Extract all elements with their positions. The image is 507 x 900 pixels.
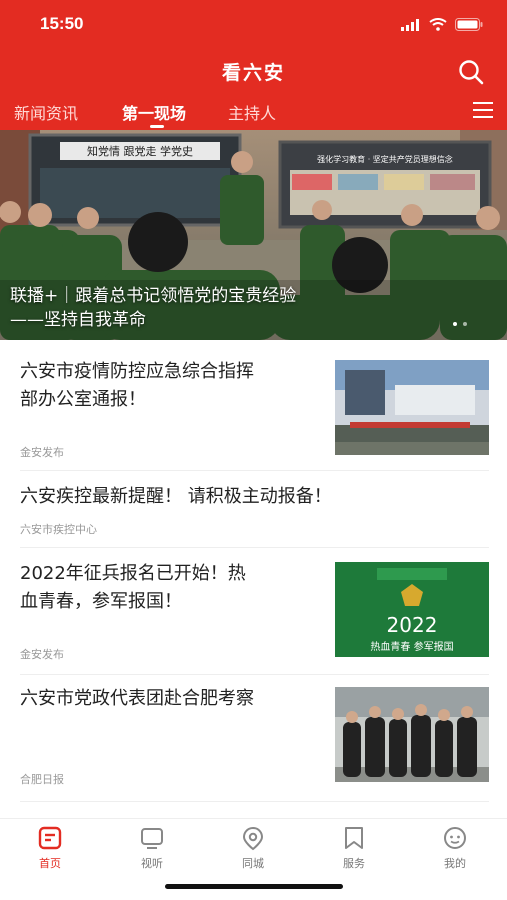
status-time: 15:50 xyxy=(40,14,84,33)
news-thumbnail: 2022 热血青春 参军报国 xyxy=(335,562,489,657)
news-title-line: 2022年征兵报名已开始！热 xyxy=(20,563,246,584)
tv-icon xyxy=(141,828,163,849)
news-thumbnail xyxy=(335,360,489,455)
carousel-dot xyxy=(463,322,467,326)
news-source: 六安市疾控中心 xyxy=(20,523,97,536)
news-source: 合肥日报 xyxy=(20,773,64,786)
news-title: 六安疾控最新提醒！ 请积极主动报备！ xyxy=(20,486,332,507)
news-source: 金安发布 xyxy=(20,446,64,459)
carousel-dot xyxy=(453,322,457,326)
tab-first-scene[interactable]: 第一现场 xyxy=(122,100,186,124)
signal-icon xyxy=(401,18,419,31)
nav-local-label: 同城 xyxy=(242,857,264,870)
banner-caption-line2: ——坚持自我革命 xyxy=(10,310,146,330)
nav-service-label: 服务 xyxy=(343,857,365,870)
thumbnail-year: 2022 xyxy=(387,613,438,637)
channel-tabs: 新闻资讯 第一现场 主持人 xyxy=(0,96,507,130)
app-bar: 看六安 xyxy=(0,54,507,90)
news-item[interactable]: 六安市疫情防控应急综合指挥 部办公室通报！ 金安发布 xyxy=(0,340,507,470)
battery-icon xyxy=(455,18,483,31)
news-item[interactable]: 2022年征兵报名已开始！热 血青春，参军报国！ 金安发布 2022 热血青春 … xyxy=(0,548,507,674)
menu-icon[interactable] xyxy=(473,102,493,120)
nav-profile-label: 我的 xyxy=(444,857,466,870)
location-icon xyxy=(242,826,264,851)
home-indicator xyxy=(165,884,343,889)
top-header: 15:50 看六安 新闻资讯 第一现场 主持人 xyxy=(0,0,507,130)
news-title-line: 血青春，参军报国！ xyxy=(20,591,182,612)
nav-home-label: 首页 xyxy=(39,857,61,870)
nav-video[interactable]: 视听 xyxy=(122,825,182,871)
board-left-text: 知党情 跟党走 学党史 xyxy=(87,144,193,158)
nav-home[interactable]: 首页 xyxy=(20,825,80,871)
news-title: 2022年征兵报名已开始！热 血青春，参军报国！ xyxy=(20,560,246,616)
carousel-dots xyxy=(453,322,467,326)
nav-service[interactable]: 服务 xyxy=(324,825,384,871)
tab-news[interactable]: 新闻资讯 xyxy=(14,100,78,124)
news-item[interactable]: 六安疾控最新提醒！ 请积极主动报备！ 六安市疾控中心 xyxy=(0,471,507,547)
home-icon xyxy=(38,826,62,850)
banner-caption-line1: 联播+｜跟着总书记领悟党的宝贵经验 xyxy=(10,286,297,306)
nav-local[interactable]: 同城 xyxy=(223,825,283,871)
tab-host[interactable]: 主持人 xyxy=(228,100,276,124)
news-source: 金安发布 xyxy=(20,648,64,661)
news-title-line: 部办公室通报！ xyxy=(20,389,146,410)
profile-icon xyxy=(444,827,466,849)
news-title-line: 六安市疫情防控应急综合指挥 xyxy=(20,361,254,382)
news-title: 六安市疫情防控应急综合指挥 部办公室通报！ xyxy=(20,358,254,414)
thumbnail-slogan: 热血青春 参军报国 xyxy=(370,640,453,653)
search-icon[interactable] xyxy=(457,58,485,86)
banner-carousel[interactable]: 知党情 跟党走 学党史 强化学习教育 · 坚定共产党员理想信念 联播+｜跟着总书… xyxy=(0,130,507,340)
active-tab-indicator xyxy=(150,125,164,128)
status-icons xyxy=(401,18,483,31)
wifi-icon xyxy=(429,18,447,31)
board-right-text: 强化学习教育 · 坚定共产党员理想信念 xyxy=(317,154,453,164)
bookmark-icon xyxy=(345,827,363,849)
news-title: 六安市党政代表团赴合肥考察 xyxy=(20,688,254,709)
banner-caption: 联播+｜跟着总书记领悟党的宝贵经验 ——坚持自我革命 xyxy=(10,284,296,332)
nav-video-label: 视听 xyxy=(141,857,163,870)
feed-separator xyxy=(20,801,489,802)
news-item[interactable]: 六安市党政代表团赴合肥考察 合肥日报 xyxy=(0,675,507,801)
news-thumbnail xyxy=(335,687,489,782)
app-title: 看六安 xyxy=(221,62,285,84)
nav-profile[interactable]: 我的 xyxy=(425,825,485,871)
status-bar: 15:50 xyxy=(0,12,507,40)
